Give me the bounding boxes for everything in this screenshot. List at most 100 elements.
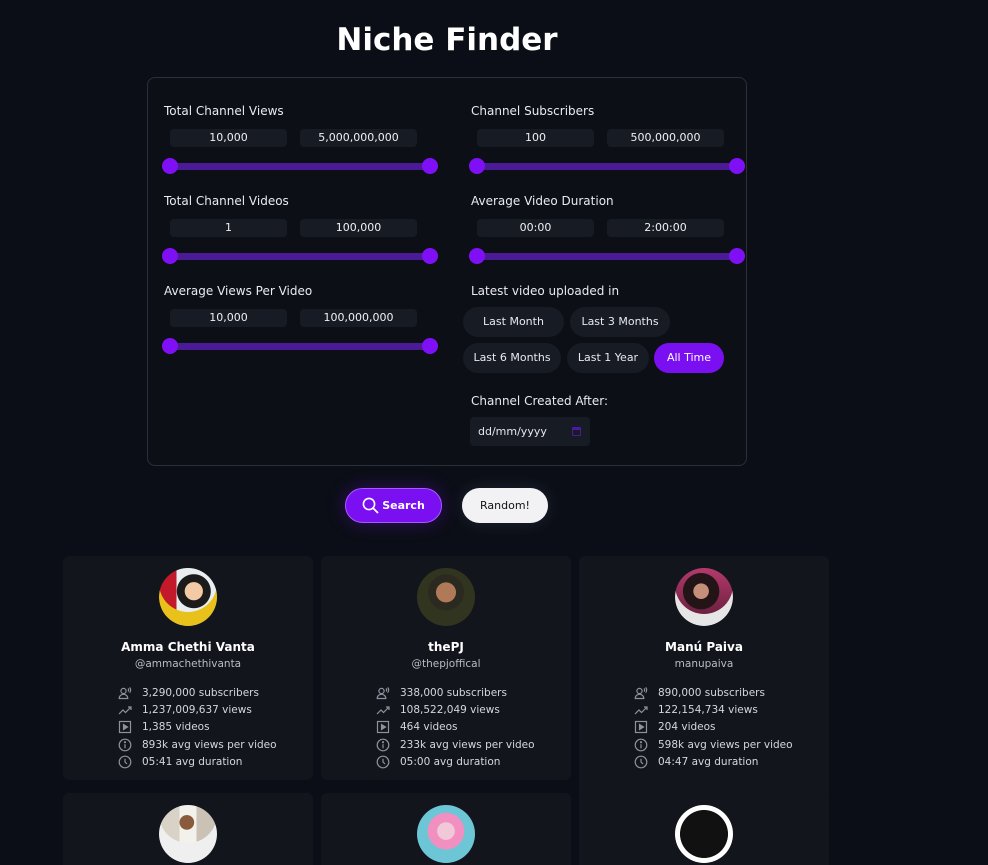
date-placeholder: dd/mm/yyyy <box>478 425 547 438</box>
channel-handle: manupaiva <box>674 658 734 670</box>
slider-min-handle[interactable] <box>162 158 178 174</box>
option-all-time[interactable]: All Time <box>654 343 724 373</box>
max-value-input[interactable]: 5,000,000,000 <box>300 129 417 147</box>
channel-handle: @ammachethivanta <box>134 658 242 670</box>
videos-stat: 1,385 videos <box>117 719 277 736</box>
slider-max-handle[interactable] <box>422 338 438 354</box>
range-slider[interactable] <box>162 338 438 354</box>
stat-value: 04:47 avg duration <box>658 755 759 768</box>
stat-value: 204 videos <box>658 721 716 734</box>
trending-up-icon <box>117 703 133 717</box>
min-value-input[interactable]: 10,000 <box>170 129 287 147</box>
filter-label: Channel Subscribers <box>471 104 595 118</box>
avg-views-stat: 598k avg views per video <box>633 736 793 753</box>
filter-label: Average Views Per Video <box>164 284 313 298</box>
play-icon <box>633 720 649 734</box>
play-icon <box>117 720 133 734</box>
stat-value: 1,237,009,637 views <box>142 703 252 716</box>
created-after-label: Channel Created After: <box>471 394 609 408</box>
info-icon <box>633 738 649 752</box>
trending-up-icon <box>375 703 391 717</box>
page-title: Niche Finder <box>336 22 558 58</box>
max-value-input[interactable]: 500,000,000 <box>607 129 724 147</box>
channel-stats: 338,000 subscribers 108,522,049 views 46… <box>375 684 535 770</box>
search-button[interactable]: Search <box>345 488 442 523</box>
min-value-input[interactable]: 10,000 <box>170 309 287 327</box>
filter-label: Total Channel Videos <box>164 194 289 208</box>
subscribers-stat: 338,000 subscribers <box>375 684 535 701</box>
min-value-input[interactable]: 100 <box>477 129 594 147</box>
calendar-icon[interactable] <box>572 427 581 436</box>
min-value-input[interactable]: 00:00 <box>477 219 594 237</box>
slider-track <box>168 253 432 260</box>
avg-duration-stat: 04:47 avg duration <box>633 753 793 770</box>
play-icon <box>375 720 391 734</box>
channel-avatar <box>159 805 217 863</box>
subscribers-stat: 3,290,000 subscribers <box>117 684 277 701</box>
stat-value: 890,000 subscribers <box>658 686 765 699</box>
videos-stat: 204 videos <box>633 719 793 736</box>
max-value-input[interactable]: 2:00:00 <box>607 219 724 237</box>
option-last-1-year[interactable]: Last 1 Year <box>567 343 649 373</box>
slider-max-handle[interactable] <box>729 158 745 174</box>
stat-value: 1,385 videos <box>142 721 210 734</box>
clock-icon <box>117 755 133 769</box>
stat-value: 3,290,000 subscribers <box>142 686 259 699</box>
channel-card[interactable] <box>321 793 571 865</box>
option-last-month[interactable]: Last Month <box>463 307 564 337</box>
slider-min-handle[interactable] <box>162 338 178 354</box>
range-slider[interactable] <box>469 158 745 174</box>
channel-avatar <box>159 568 217 626</box>
stat-value: 122,154,734 views <box>658 703 758 716</box>
channel-avatar <box>417 568 475 626</box>
views-stat: 1,237,009,637 views <box>117 701 277 718</box>
range-slider[interactable] <box>469 248 745 264</box>
filter-panel: Total Channel Views 10,000 5,000,000,000… <box>147 77 747 466</box>
avg-views-stat: 893k avg views per video <box>117 736 277 753</box>
stat-value: 598k avg views per video <box>658 738 793 751</box>
max-value-input[interactable]: 100,000 <box>300 219 417 237</box>
channel-name: Manú Paiva <box>665 640 743 654</box>
slider-min-handle[interactable] <box>469 158 485 174</box>
user-voice-icon <box>633 686 649 700</box>
filter-label: Average Video Duration <box>471 194 614 208</box>
slider-track <box>475 163 739 170</box>
user-voice-icon <box>117 686 133 700</box>
slider-track <box>168 163 432 170</box>
info-icon <box>375 738 391 752</box>
range-slider[interactable] <box>162 248 438 264</box>
option-last-6-months[interactable]: Last 6 Months <box>463 343 561 373</box>
trending-up-icon <box>633 703 649 717</box>
channel-card[interactable]: Amma Chethi Vanta @ammachethivanta 3,290,… <box>63 556 313 780</box>
avg-duration-stat: 05:41 avg duration <box>117 753 277 770</box>
created-after-date-input[interactable]: dd/mm/yyyy <box>470 417 590 446</box>
channel-card[interactable] <box>579 793 829 865</box>
channel-handle: @thepjoffical <box>411 658 481 670</box>
stat-value: 464 videos <box>400 721 458 734</box>
clock-icon <box>375 755 391 769</box>
search-label: Search <box>382 499 425 512</box>
slider-track <box>475 253 739 260</box>
channel-card[interactable]: thePJ @thepjoffical 338,000 subscribers 1… <box>321 556 571 780</box>
channel-avatar <box>675 805 733 863</box>
slider-max-handle[interactable] <box>729 248 745 264</box>
channel-name: thePJ <box>428 640 464 654</box>
channel-card[interactable]: Manú Paiva manupaiva 890,000 subscribers … <box>579 556 829 807</box>
slider-max-handle[interactable] <box>422 248 438 264</box>
range-slider[interactable] <box>162 158 438 174</box>
channel-card[interactable] <box>63 793 313 865</box>
slider-min-handle[interactable] <box>469 248 485 264</box>
user-voice-icon <box>375 686 391 700</box>
option-last-3-months[interactable]: Last 3 Months <box>570 307 670 337</box>
stat-value: 108,522,049 views <box>400 703 500 716</box>
views-stat: 108,522,049 views <box>375 701 535 718</box>
random-button[interactable]: Random! <box>462 488 548 523</box>
channel-stats: 3,290,000 subscribers 1,237,009,637 view… <box>117 684 277 770</box>
min-value-input[interactable]: 1 <box>170 219 287 237</box>
stat-value: 893k avg views per video <box>142 738 277 751</box>
max-value-input[interactable]: 100,000,000 <box>300 309 417 327</box>
slider-min-handle[interactable] <box>162 248 178 264</box>
stat-value: 05:00 avg duration <box>400 755 501 768</box>
slider-max-handle[interactable] <box>422 158 438 174</box>
avg-duration-stat: 05:00 avg duration <box>375 753 535 770</box>
